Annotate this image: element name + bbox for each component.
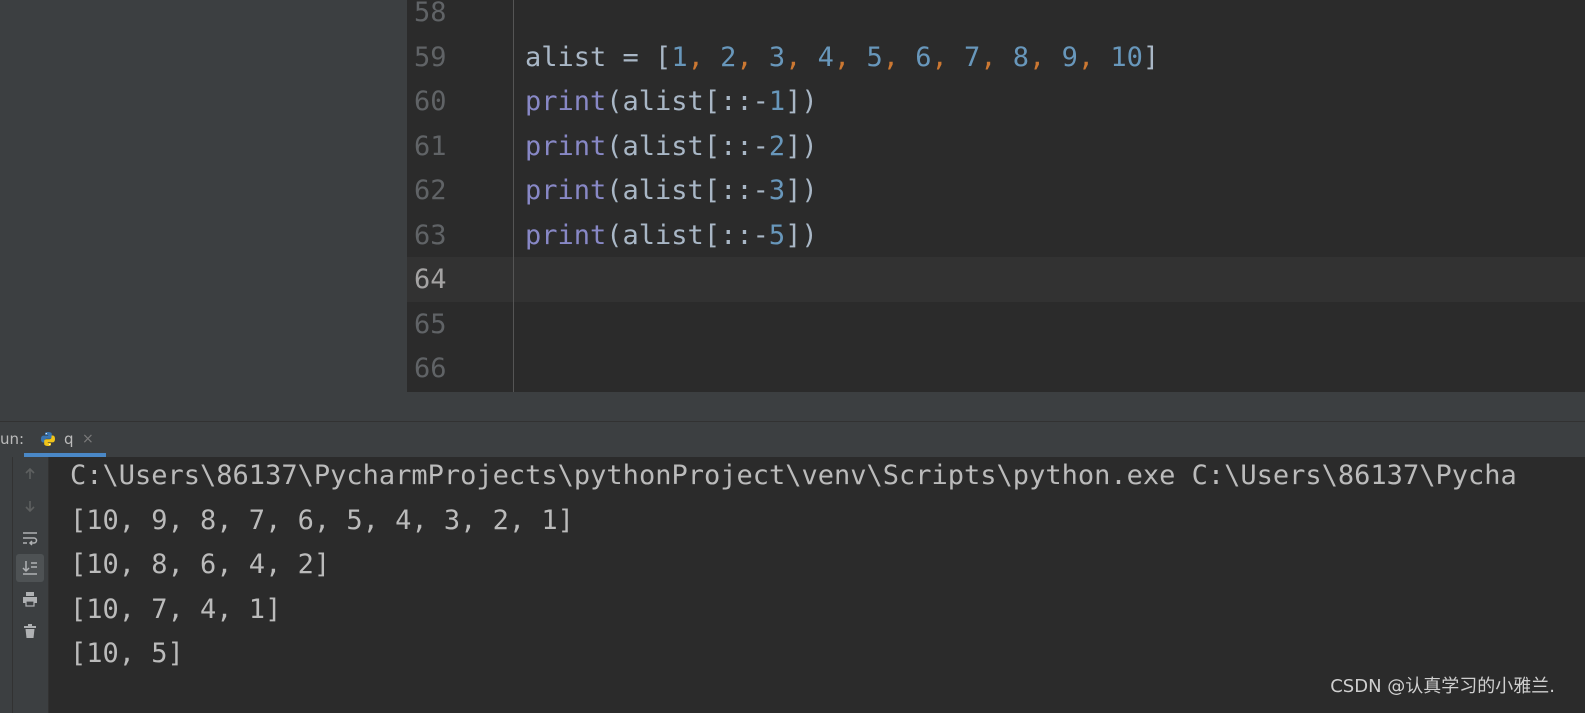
- console-line: C:\Users\86137\PycharmProjects\pythonPro…: [70, 460, 1517, 491]
- code-token: 10: [1110, 41, 1143, 73]
- code-token: ]): [785, 86, 818, 117]
- code-token: 5: [768, 219, 786, 251]
- code-token: print: [525, 130, 607, 162]
- down-arrow-icon[interactable]: [16, 492, 44, 520]
- code-token: ]): [785, 219, 818, 251]
- run-toolbar: [13, 457, 49, 713]
- editor-line[interactable]: 58: [407, 0, 1585, 35]
- code-token: ,: [882, 41, 916, 73]
- editor-line[interactable]: 66: [407, 346, 1585, 391]
- code-token: 9: [1061, 41, 1078, 73]
- code-token: 3: [768, 41, 786, 73]
- editor-line[interactable]: 64: [407, 257, 1585, 302]
- code-token: ,: [931, 41, 964, 73]
- run-tool-window-header: un: q ×: [0, 421, 1585, 457]
- close-tab-icon[interactable]: ×: [82, 422, 94, 457]
- console-line: [10, 5]: [70, 638, 184, 669]
- code-token: ,: [833, 41, 867, 73]
- editor-line[interactable]: 61 print(alist[::-2]): [407, 124, 1585, 169]
- line-number: 58: [414, 0, 447, 28]
- console-line: [10, 9, 8, 7, 6, 5, 4, 3, 2, 1]: [70, 504, 574, 536]
- code-token: ,: [1077, 41, 1111, 73]
- code-token: (alist[::-: [606, 219, 769, 251]
- code-token: (alist[::-: [606, 130, 769, 162]
- editor-line[interactable]: 59 alist = [1, 2, 3, 4, 5, 6, 7, 8, 9, 10…: [407, 35, 1585, 80]
- code-token: print: [525, 175, 607, 206]
- line-number: 64: [414, 264, 447, 295]
- code-token: 4: [817, 41, 834, 73]
- code-token: 8: [1012, 41, 1030, 73]
- side-stripe: [0, 457, 13, 713]
- project-pane: [0, 0, 407, 421]
- code-token: ,: [980, 41, 1013, 73]
- code-text: print(alist[::-3]): [525, 168, 818, 213]
- code-token: 1: [768, 86, 786, 117]
- code-token: print: [525, 86, 607, 117]
- run-tab-q[interactable]: q ×: [24, 422, 106, 457]
- code-token: 2: [720, 41, 737, 73]
- line-number: 66: [414, 353, 447, 384]
- run-label: un:: [0, 430, 25, 448]
- console-line: [10, 8, 6, 4, 2]: [70, 549, 331, 580]
- code-token: alist = [: [525, 41, 672, 73]
- code-token: ]): [785, 130, 818, 162]
- run-tab-label: q: [64, 430, 74, 448]
- code-editor[interactable]: 58 59 alist = [1, 2, 3, 4, 5, 6, 7, 8, 9, …: [407, 0, 1585, 392]
- code-token: 2: [768, 130, 786, 162]
- code-token: (alist[::-: [606, 86, 769, 117]
- code-token: 1: [671, 41, 688, 73]
- editor-line[interactable]: 63 print(alist[::-5]): [407, 213, 1585, 258]
- code-token: ,: [687, 41, 721, 73]
- code-text: alist = [1, 2, 3, 4, 5, 6, 7, 8, 9, 10]: [525, 35, 1159, 80]
- code-token: 3: [768, 175, 786, 206]
- line-number: 63: [414, 219, 447, 251]
- code-token: ,: [736, 41, 769, 73]
- code-token: 6: [915, 41, 932, 73]
- up-arrow-icon[interactable]: [16, 460, 44, 488]
- line-number: 60: [414, 86, 447, 117]
- code-token: ,: [785, 41, 818, 73]
- code-token: 5: [866, 41, 883, 73]
- editor-line[interactable]: 62 print(alist[::-3]): [407, 168, 1585, 213]
- watermark: CSDN @认真学习的小雅兰.: [1330, 676, 1555, 697]
- line-number: 65: [414, 308, 447, 340]
- code-token: ]): [785, 175, 818, 206]
- code-token: 7: [964, 41, 981, 73]
- print-icon[interactable]: [16, 585, 44, 613]
- editor-scroll-area: [407, 392, 1585, 421]
- line-number: 62: [414, 175, 447, 206]
- gutter-separator: [513, 0, 514, 392]
- editor-line[interactable]: 60 print(alist[::-1]): [407, 79, 1585, 124]
- line-number: 59: [414, 41, 447, 73]
- code-token: ]: [1142, 41, 1160, 73]
- code-token: print: [525, 219, 607, 251]
- code-token: ,: [1029, 41, 1062, 73]
- code-text: print(alist[::-2]): [525, 124, 818, 169]
- python-icon: [41, 432, 55, 446]
- code-token: (alist[::-: [606, 175, 769, 206]
- scroll-to-end-icon[interactable]: [16, 554, 44, 582]
- code-text: print(alist[::-1]): [525, 79, 818, 124]
- line-number: 61: [414, 130, 447, 162]
- code-text: print(alist[::-5]): [525, 213, 818, 258]
- trash-icon[interactable]: [16, 617, 44, 645]
- editor-line[interactable]: 65: [407, 302, 1585, 347]
- console-line: [10, 7, 4, 1]: [70, 593, 282, 625]
- soft-wrap-icon[interactable]: [16, 524, 44, 552]
